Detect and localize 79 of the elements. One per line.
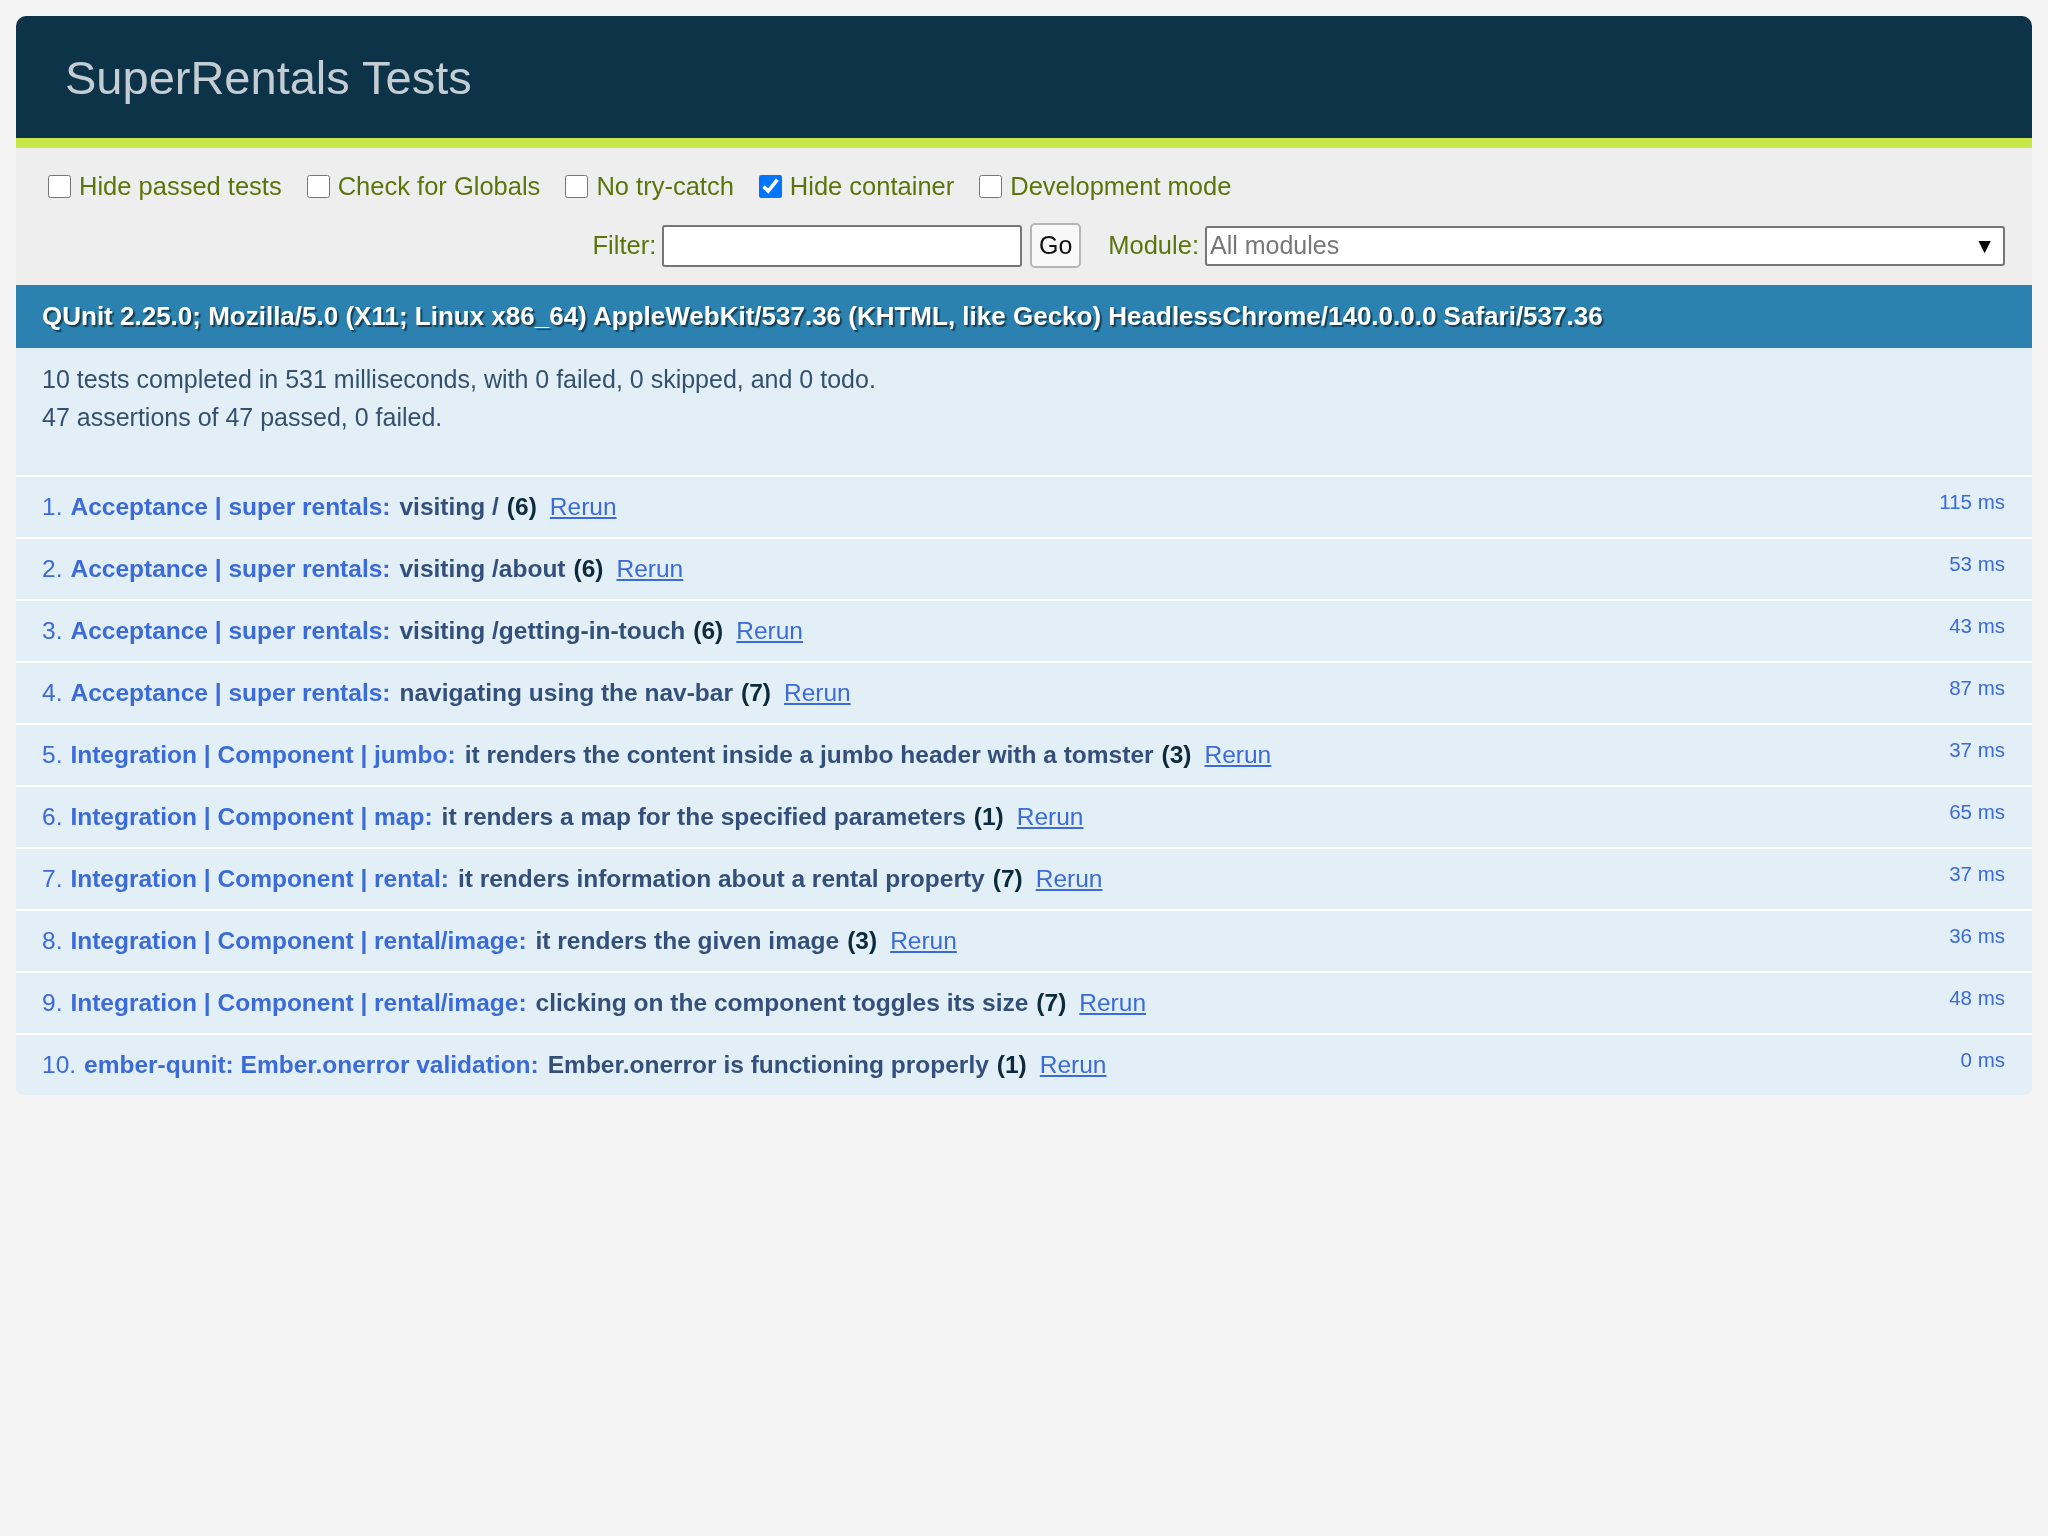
- test-runtime: 115 ms: [1939, 490, 2005, 514]
- rerun-link[interactable]: Rerun: [736, 617, 803, 645]
- test-runtime: 53 ms: [1949, 552, 2005, 576]
- module-name: Integration | Component | rental:: [70, 865, 449, 893]
- test-number: 2.: [42, 555, 63, 583]
- assertion-count: (7): [1036, 989, 1067, 1017]
- rerun-link[interactable]: Rerun: [1204, 741, 1272, 769]
- module-name: Acceptance | super rentals:: [70, 617, 391, 645]
- rerun-link[interactable]: Rerun: [1016, 803, 1084, 831]
- test-name: it renders the content inside a jumbo header with a tomster: [464, 741, 1154, 769]
- test-runtime: 65 ms: [1949, 800, 2005, 824]
- module-name: Integration | Component | rental/image:: [70, 989, 527, 1017]
- option-label[interactable]: No try-catch: [596, 172, 734, 201]
- test-name: navigating using the nav-bar: [399, 679, 733, 707]
- checkbox[interactable]: [758, 175, 782, 198]
- option-label[interactable]: Development mode: [1010, 172, 1232, 201]
- test-number: 3.: [42, 617, 63, 645]
- user-agent-banner: QUnit 2.25.0; Mozilla/5.0 (X11; Linux x86_64) AppleWebKit/537.36 (KHTML, like Gecko) HeadlessChrome/140.0.0.0 Safari/537.36: [16, 285, 2032, 348]
- assertion-count: (6): [573, 555, 604, 583]
- test-name: it renders a map for the specified parameters: [441, 803, 966, 831]
- checkbox[interactable]: [979, 175, 1003, 198]
- test-number: 9.: [42, 989, 63, 1017]
- assertion-count: (3): [1161, 741, 1192, 769]
- summary-text: 47 assertions of 47 passed, 0 failed.: [42, 402, 444, 433]
- module-name: Acceptance | super rentals:: [70, 493, 391, 521]
- module-name: Integration | Component | jumbo:: [70, 741, 456, 769]
- assertion-count: (1): [996, 1051, 1027, 1079]
- test-number: 8.: [42, 927, 63, 955]
- test-name: it renders information about a rental property: [457, 865, 985, 893]
- assertion-count: (6): [506, 493, 537, 521]
- module-name: Integration | Component | map:: [70, 803, 433, 831]
- rerun-link[interactable]: Rerun: [616, 555, 684, 583]
- test-name: clicking on the component toggles its size: [535, 989, 1029, 1017]
- filter-input[interactable]: [662, 224, 1023, 267]
- test-number: 7.: [42, 865, 63, 893]
- test-number: 6.: [42, 803, 63, 831]
- module-name: Acceptance | super rentals:: [70, 555, 391, 583]
- checkbox[interactable]: [565, 175, 589, 198]
- test-runtime: 37 ms: [1949, 862, 2005, 886]
- assertion-count: (1): [973, 803, 1004, 831]
- module-name: Acceptance | super rentals:: [70, 679, 391, 707]
- option-label[interactable]: Check for Globals: [337, 172, 541, 201]
- test-runtime: 0 ms: [1960, 1048, 2005, 1072]
- assertion-count: (6): [693, 617, 724, 645]
- checkbox[interactable]: [306, 175, 330, 198]
- rerun-link[interactable]: Rerun: [1039, 1051, 1107, 1079]
- test-name: it renders the given image: [535, 927, 840, 955]
- filter-label: Filter:: [592, 231, 657, 260]
- test-number: 10.: [42, 1051, 77, 1079]
- rerun-link[interactable]: Rerun: [783, 679, 851, 707]
- page-title: SuperRentals Tests: [65, 49, 472, 105]
- assertion-count: (3): [847, 927, 878, 955]
- rerun-link[interactable]: Rerun: [890, 927, 957, 955]
- assertion-count: (7): [992, 865, 1023, 893]
- dropdown-arrow[interactable]: ▼: [1974, 233, 1995, 258]
- test-number: 5.: [42, 741, 63, 769]
- test-runtime: 37 ms: [1949, 738, 2005, 762]
- module-label: Module:: [1108, 231, 1199, 260]
- test-runtime: 43 ms: [1949, 614, 2005, 638]
- option-label[interactable]: Hide container: [789, 172, 955, 201]
- rerun-link[interactable]: Rerun: [1079, 989, 1147, 1017]
- test-name: visiting /: [399, 493, 499, 521]
- test-name: visiting /about: [399, 555, 566, 583]
- test-runtime: 36 ms: [1949, 924, 2005, 948]
- test-runtime: 48 ms: [1949, 986, 2005, 1010]
- test-name: visiting /getting-in-touch: [399, 617, 686, 645]
- assertion-count: (7): [741, 679, 771, 707]
- checkbox[interactable]: [48, 175, 71, 198]
- module-name: ember-qunit: Ember.onerror validation:: [84, 1051, 539, 1079]
- test-runtime: 87 ms: [1949, 676, 2005, 700]
- module-name: Integration | Component | rental/image:: [70, 927, 527, 955]
- summary-text: 10 tests completed in 531 milliseconds, with 0 failed, 0 skipped, and 0 todo.: [42, 364, 877, 395]
- rerun-link[interactable]: Rerun: [549, 493, 617, 521]
- test-name: Ember.onerror is functioning properly: [547, 1051, 989, 1079]
- go-button[interactable]: Go: [1030, 223, 1082, 268]
- option-label[interactable]: Hide passed tests: [79, 172, 282, 201]
- rerun-link[interactable]: Rerun: [1035, 865, 1103, 893]
- test-number: 1.: [42, 493, 63, 521]
- test-number: 4.: [42, 679, 63, 707]
